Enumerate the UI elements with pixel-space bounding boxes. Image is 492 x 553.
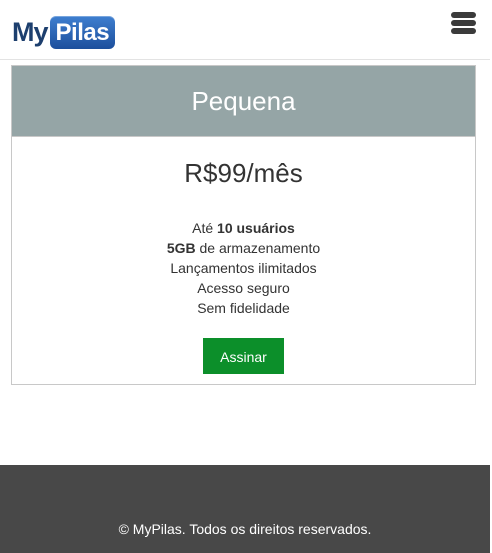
feature-users: Até 10 usuários: [192, 220, 295, 236]
logo-badge-pilas: Pilas: [49, 15, 116, 49]
menu-bar-middle: [451, 20, 476, 26]
plan-features-list: Até 10 usuários 5GB de armazenamento Lan…: [12, 218, 475, 318]
copyright-text: © MyPilas. Todos os direitos reservados.: [118, 521, 372, 537]
feature-secure-access: Acesso seguro: [197, 280, 290, 296]
plan-card: Pequena R$99/mês Até 10 usuários 5GB de …: [11, 65, 476, 385]
subscribe-button[interactable]: Assinar: [203, 338, 284, 374]
plan-name: Pequena: [12, 66, 475, 137]
feature-no-commitment: Sem fidelidade: [197, 300, 290, 316]
mypilas-logo[interactable]: My Pilas: [12, 15, 116, 49]
plan-price: R$99/mês: [184, 158, 303, 188]
page-footer: © MyPilas. Todos os direitos reservados.: [0, 465, 490, 553]
feature-storage: 5GB de armazenamento: [166, 240, 321, 256]
top-header: My Pilas: [0, 0, 490, 60]
feature-unlimited-entries: Lançamentos ilimitados: [170, 260, 317, 276]
menu-bar-top: [451, 12, 476, 18]
logo-text-my: My: [12, 17, 49, 47]
hamburger-menu-icon[interactable]: [451, 12, 477, 36]
menu-bar-bottom: [451, 28, 476, 34]
